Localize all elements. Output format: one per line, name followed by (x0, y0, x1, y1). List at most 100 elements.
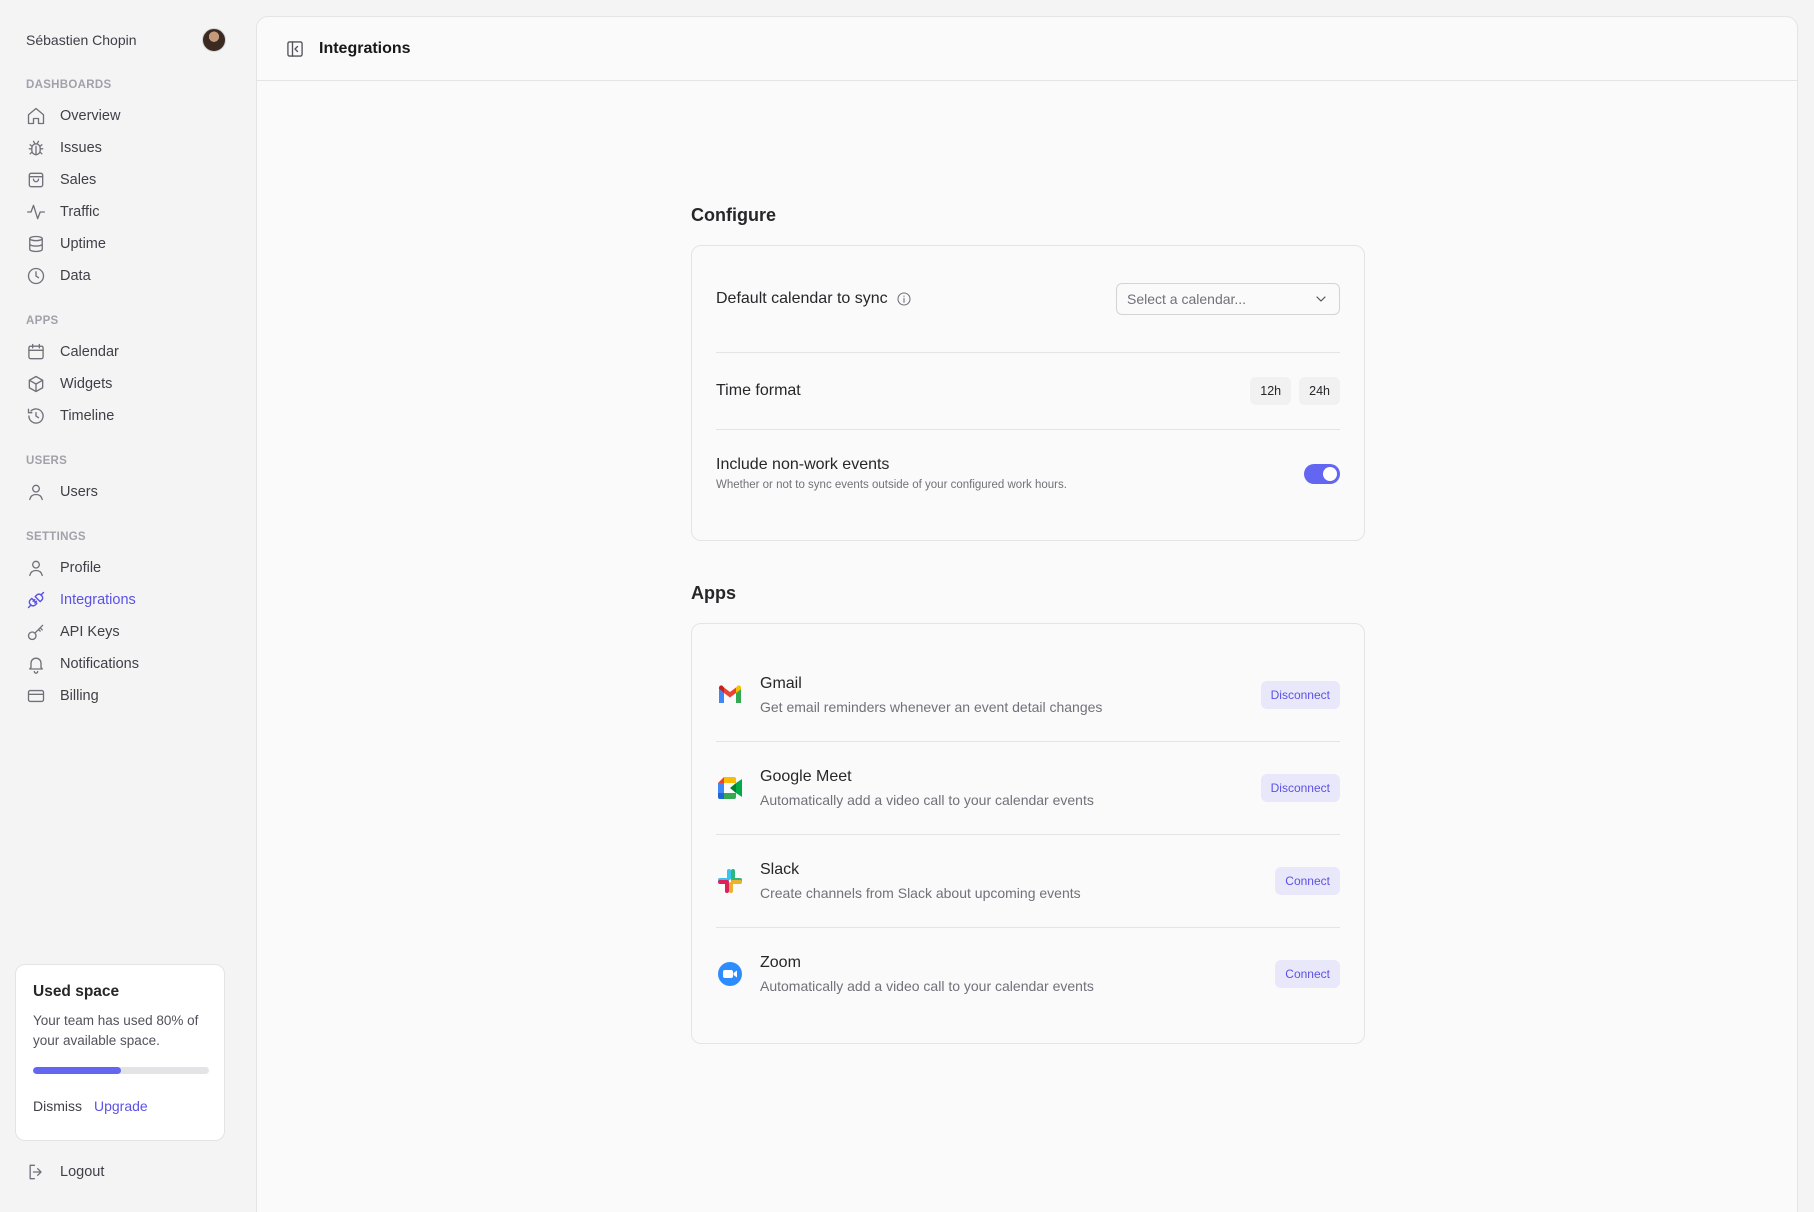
configure-card: Default calendar to sync Select a calend… (691, 245, 1365, 541)
apps-card: Gmail Get email reminders whenever an ev… (691, 623, 1365, 1044)
calendar-sync-row: Default calendar to sync Select a calend… (716, 246, 1340, 352)
app-row-zoom: Zoom Automatically add a video call to y… (716, 927, 1340, 1020)
usage-progress-bar (33, 1067, 209, 1074)
app-description: Automatically add a video call to your c… (760, 978, 1094, 994)
sidebar-item-label: Notifications (60, 656, 139, 672)
calendar-select[interactable]: Select a calendar... (1116, 283, 1340, 315)
sidebar-item-label: Users (60, 484, 98, 500)
section-label-apps: Apps (26, 315, 59, 327)
sidebar-item-sales[interactable]: Sales (26, 166, 226, 194)
app-description: Create channels from Slack about upcomin… (760, 885, 1081, 901)
calendar-select-placeholder: Select a calendar... (1127, 291, 1247, 307)
gmail-disconnect-button[interactable]: Disconnect (1260, 680, 1340, 709)
sidebar-item-notifications[interactable]: Notifications (26, 650, 226, 678)
sidebar-item-users[interactable]: Users (26, 478, 226, 506)
sidebar-item-label: API Keys (60, 624, 120, 640)
sidebar-item-label: Timeline (60, 408, 115, 424)
home-icon (26, 106, 46, 126)
sidebar-item-label: Widgets (60, 376, 113, 392)
page-title: Integrations (319, 39, 411, 57)
credit-card-icon (26, 686, 46, 706)
gmail-icon (716, 681, 744, 709)
sidebar-item-label: Issues (60, 140, 102, 156)
google-meet-icon (716, 774, 744, 802)
sidebar-item-api-keys[interactable]: API Keys (26, 618, 226, 646)
app-name: Google Meet (760, 768, 852, 785)
configure-heading: Configure (691, 205, 776, 225)
section-label-users: Users (26, 455, 68, 467)
main-panel: Integrations Configure Default calendar … (256, 16, 1798, 1212)
dismiss-button[interactable]: Dismiss (33, 1098, 82, 1114)
slack-icon (716, 867, 744, 895)
app-name: Gmail (760, 674, 802, 692)
app-row-google-meet: Google Meet Automatically add a video ca… (716, 741, 1340, 834)
sidebar-item-profile[interactable]: Profile (26, 554, 226, 582)
slack-connect-button[interactable]: Connect (1275, 867, 1340, 895)
logout-button[interactable]: Logout (26, 1158, 226, 1186)
sidebar-item-uptime[interactable]: Uptime (26, 230, 226, 258)
logout-label: Logout (60, 1164, 105, 1180)
history-icon (26, 406, 46, 426)
non-work-events-description: Whether or not to sync events outside of… (716, 479, 1067, 491)
upgrade-link[interactable]: Upgrade (94, 1098, 148, 1114)
app-name: Slack (760, 861, 800, 878)
time-format-24h-button[interactable]: 24h (1299, 377, 1340, 405)
key-icon (26, 622, 46, 642)
toggle-knob (1323, 466, 1337, 481)
clock-icon (26, 266, 46, 286)
usage-progress-fill (33, 1067, 121, 1074)
usage-card: Used space Your team has used 80% of you… (15, 964, 225, 1141)
plug-icon (26, 590, 46, 610)
sidebar-item-label: Profile (60, 560, 102, 576)
apps-section: Apps (691, 583, 1365, 604)
sidebar: Sébastien Chopin Dashboards Overview Iss… (0, 0, 256, 1212)
sidebar-item-label: Overview (60, 108, 121, 124)
sidebar-item-integrations[interactable]: Integrations (26, 586, 226, 614)
usage-title: Used space (33, 983, 120, 1000)
user-menu[interactable]: Sébastien Chopin (26, 24, 226, 56)
chevron-down-icon (1313, 291, 1329, 307)
sidebar-item-label: Billing (60, 688, 99, 704)
non-work-events-toggle[interactable] (1304, 463, 1340, 484)
sidebar-item-issues[interactable]: Issues (26, 134, 226, 162)
calendar-icon (26, 342, 46, 362)
google-meet-disconnect-button[interactable]: Disconnect (1260, 774, 1340, 802)
app-name: Zoom (760, 954, 801, 971)
time-format-toggle-group: 12h 24h (1250, 377, 1340, 405)
avatar[interactable] (202, 28, 226, 52)
non-work-events-row: Include non-work events Whether or not t… (716, 429, 1340, 517)
sidebar-item-label: Integrations (60, 592, 136, 608)
sidebar-item-label: Data (60, 268, 91, 284)
sidebar-item-overview[interactable]: Overview (26, 102, 226, 130)
zoom-connect-button[interactable]: Connect (1275, 960, 1340, 988)
sidebar-item-label: Traffic (60, 204, 100, 220)
app-description: Get email reminders whenever an event de… (760, 698, 1103, 715)
calendar-sync-label: Default calendar to sync (716, 290, 888, 307)
time-format-row: Time format 12h 24h (716, 352, 1340, 429)
info-icon[interactable] (896, 291, 912, 307)
non-work-events-label: Include non-work events (716, 456, 890, 473)
app-row-slack: Slack Create channels from Slack about u… (716, 834, 1340, 927)
user-name: Sébastien Chopin (26, 32, 137, 48)
bug-icon (26, 138, 46, 158)
apps-heading: Apps (691, 583, 736, 603)
shopping-bag-icon (26, 170, 46, 190)
top-bar: Integrations (257, 17, 1797, 81)
sidebar-item-data[interactable]: Data (26, 262, 226, 290)
sidebar-item-label: Sales (60, 172, 97, 188)
sidebar-item-timeline[interactable]: Timeline (26, 402, 226, 430)
sidebar-collapse-icon[interactable] (285, 39, 305, 59)
box-icon (26, 374, 46, 394)
bell-icon (26, 654, 46, 674)
app-description: Automatically add a video call to your c… (760, 792, 1094, 808)
zoom-icon (716, 960, 744, 988)
sidebar-item-traffic[interactable]: Traffic (26, 198, 226, 226)
sidebar-item-calendar[interactable]: Calendar (26, 338, 226, 366)
sidebar-item-billing[interactable]: Billing (26, 682, 226, 710)
user-icon (26, 482, 46, 502)
usage-description: Your team has used 80% of your available… (33, 1013, 199, 1048)
app-row-gmail: Gmail Get email reminders whenever an ev… (716, 648, 1340, 741)
sidebar-item-widgets[interactable]: Widgets (26, 370, 226, 398)
time-format-12h-button[interactable]: 12h (1250, 377, 1292, 405)
database-icon (26, 234, 46, 254)
